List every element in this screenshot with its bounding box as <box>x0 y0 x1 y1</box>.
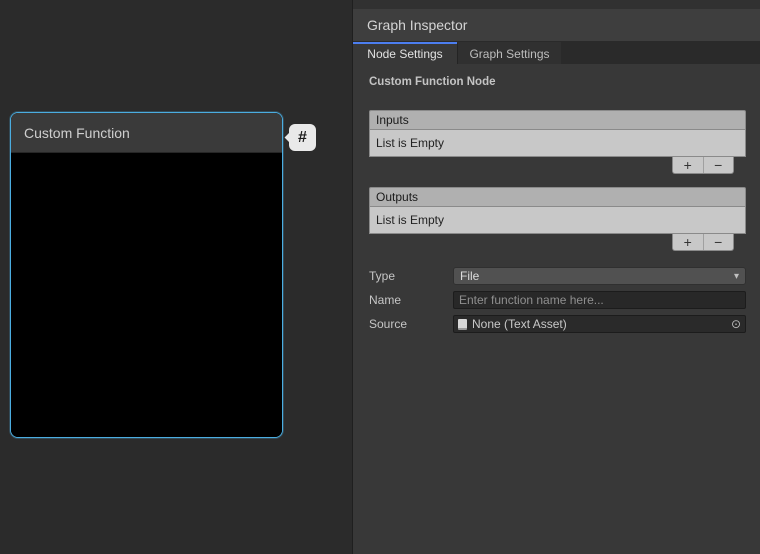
object-picker-icon[interactable]: ⊙ <box>727 316 745 332</box>
outputs-add-button[interactable]: + <box>673 234 703 250</box>
inputs-list-empty-row: List is Empty <box>369 130 746 157</box>
outputs-list-footer: + − <box>672 234 734 251</box>
function-name-input[interactable] <box>453 291 746 309</box>
inputs-list-header: Inputs <box>369 110 746 130</box>
custom-function-node[interactable]: Custom Function <box>10 112 283 438</box>
source-field-row: Source None (Text Asset) ⊙ <box>369 314 746 334</box>
hash-icon: # <box>298 129 307 147</box>
inspector-content: Custom Function Node Inputs List is Empt… <box>353 64 760 334</box>
hash-badge[interactable]: # <box>289 124 316 151</box>
node-body[interactable] <box>11 153 282 438</box>
section-title: Custom Function Node <box>369 76 746 88</box>
tab-graph-settings-label: Graph Settings <box>469 47 549 61</box>
name-field-row: Name <box>369 290 746 310</box>
inputs-list-title: Inputs <box>376 113 409 127</box>
plus-icon: + <box>684 158 692 172</box>
outputs-list-title: Outputs <box>376 190 418 204</box>
text-asset-icon <box>458 319 467 330</box>
panel-top-strip <box>353 0 760 9</box>
type-dropdown-value: File <box>460 269 479 283</box>
inputs-remove-button[interactable]: − <box>703 157 734 173</box>
inputs-list: Inputs List is Empty + − <box>369 110 746 174</box>
inputs-empty-label: List is Empty <box>376 136 444 150</box>
source-object-field[interactable]: None (Text Asset) ⊙ <box>453 315 746 333</box>
tab-strip: Node Settings Graph Settings <box>353 42 760 64</box>
graph-inspector-panel: Graph Inspector Node Settings Graph Sett… <box>352 0 760 554</box>
plus-icon: + <box>684 235 692 249</box>
chevron-down-icon: ▾ <box>734 271 739 282</box>
outputs-list: Outputs List is Empty + − <box>369 187 746 251</box>
inputs-list-footer: + − <box>672 157 734 174</box>
outputs-list-header: Outputs <box>369 187 746 207</box>
source-label: Source <box>369 317 453 331</box>
outputs-remove-button[interactable]: − <box>703 234 734 250</box>
node-title: Custom Function <box>24 125 130 141</box>
name-label: Name <box>369 293 453 307</box>
outputs-list-empty-row: List is Empty <box>369 207 746 234</box>
graph-canvas[interactable]: Custom Function # Graph Inspector Node S… <box>0 0 760 554</box>
source-object-value: None (Text Asset) <box>472 317 567 331</box>
panel-title: Graph Inspector <box>367 17 467 33</box>
node-property-fields: Type File ▾ Name Source <box>369 266 746 334</box>
panel-title-bar: Graph Inspector <box>353 9 760 42</box>
inputs-add-button[interactable]: + <box>673 157 703 173</box>
outputs-empty-label: List is Empty <box>376 213 444 227</box>
minus-icon: − <box>714 235 722 249</box>
type-dropdown[interactable]: File ▾ <box>453 267 746 285</box>
tab-node-settings[interactable]: Node Settings <box>353 42 457 64</box>
minus-icon: − <box>714 158 722 172</box>
node-title-bar[interactable]: Custom Function <box>11 113 282 153</box>
tab-node-settings-label: Node Settings <box>367 47 442 61</box>
tab-graph-settings[interactable]: Graph Settings <box>457 42 561 64</box>
type-label: Type <box>369 269 453 283</box>
type-field-row: Type File ▾ <box>369 266 746 286</box>
tab-strip-filler <box>561 42 760 64</box>
